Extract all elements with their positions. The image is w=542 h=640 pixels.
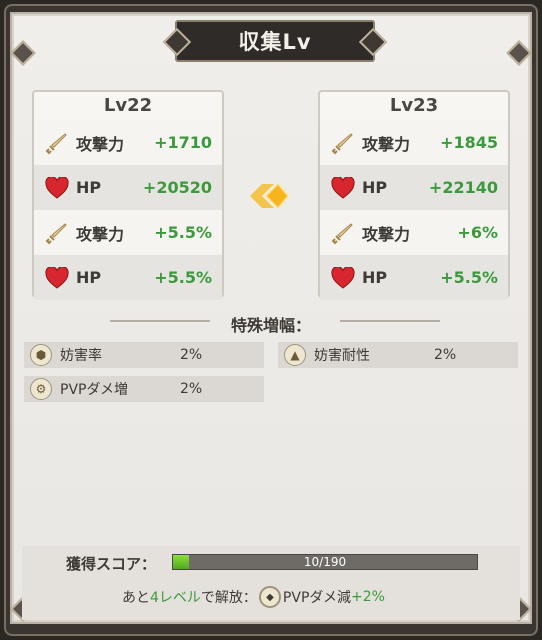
special-value: 2% bbox=[180, 381, 203, 397]
sword-icon bbox=[330, 220, 356, 246]
stat-row: 攻撃力 +1710 bbox=[34, 120, 222, 165]
heart-icon bbox=[44, 265, 70, 291]
special-item: ▲ 妨害耐性 2% bbox=[278, 342, 518, 368]
stat-value: +6% bbox=[457, 223, 498, 242]
stat-row: HP +22140 bbox=[320, 165, 508, 210]
unlock-prefix: あと bbox=[122, 590, 150, 606]
heart-icon bbox=[330, 175, 356, 201]
special-value: 2% bbox=[180, 347, 203, 363]
gear-icon: ⚙ bbox=[30, 378, 52, 400]
stat-label: 攻撃力 bbox=[76, 134, 125, 154]
stat-row: HP +20520 bbox=[34, 165, 222, 210]
heart-icon bbox=[44, 175, 70, 201]
stat-value: +1710 bbox=[154, 133, 212, 152]
stat-row: HP +5.5% bbox=[34, 255, 222, 300]
title-bar: 収集Lv bbox=[175, 20, 375, 62]
stat-row: 攻撃力 +1845 bbox=[320, 120, 508, 165]
corner-ornament bbox=[506, 40, 532, 66]
unlock-reward: PVPダメ減 bbox=[282, 590, 351, 606]
stat-label: HP bbox=[76, 268, 102, 287]
shield-icon: ◆ bbox=[258, 586, 281, 608]
score-progress-bar: 10/190 bbox=[172, 554, 478, 570]
stat-value: +1845 bbox=[440, 133, 498, 152]
special-value: 2% bbox=[434, 347, 457, 363]
unlock-count: 4レベル bbox=[150, 590, 201, 606]
special-item: ⬢ 妨害率 2% bbox=[24, 342, 264, 368]
next-level-label: Lv23 bbox=[389, 95, 439, 116]
stat-value: +5.5% bbox=[154, 268, 212, 287]
sword-icon bbox=[330, 130, 356, 156]
stat-value: +5.5% bbox=[154, 223, 212, 242]
stat-value: +22140 bbox=[428, 178, 498, 197]
shield-up-icon: ▲ bbox=[284, 344, 306, 366]
chevron-right-icon bbox=[250, 182, 289, 210]
next-level-card: Lv23 攻撃力 +1845 HP +22140 攻撃力 +6% HP +5.5… bbox=[318, 90, 510, 300]
special-item: ⚙ PVPダメ増 2% bbox=[24, 376, 264, 402]
stat-label: 攻撃力 bbox=[362, 224, 411, 244]
stat-label: 攻撃力 bbox=[76, 224, 125, 244]
stat-label: HP bbox=[362, 268, 388, 287]
stat-label: 攻撃力 bbox=[362, 134, 411, 154]
current-level-card: Lv22 攻撃力 +1710 HP +20520 攻撃力 +5.5% HP +5… bbox=[32, 90, 224, 300]
sword-icon bbox=[44, 130, 70, 156]
stat-value: +20520 bbox=[142, 178, 212, 197]
heart-icon bbox=[330, 265, 356, 291]
special-label: 妨害耐性 bbox=[314, 348, 370, 364]
corner-ornament bbox=[10, 40, 36, 66]
current-level-label: Lv22 bbox=[103, 95, 153, 116]
unlock-info: あと 4レベル で解放： ◆ PVPダメ減 +2% bbox=[122, 586, 385, 608]
special-label: PVPダメ増 bbox=[60, 382, 129, 398]
page-title: 収集Lv bbox=[238, 30, 312, 54]
unlock-bonus: +2% bbox=[350, 589, 385, 605]
hexagon-dots-icon: ⬢ bbox=[30, 344, 52, 366]
sword-icon bbox=[44, 220, 70, 246]
unlock-middle: で解放： bbox=[200, 590, 257, 606]
stat-row: HP +5.5% bbox=[320, 255, 508, 300]
score-label: 獲得スコア： bbox=[66, 555, 157, 573]
score-progress-text: 10/190 bbox=[303, 555, 347, 569]
special-heading: 特殊増幅： bbox=[230, 316, 311, 335]
stat-row: 攻撃力 +5.5% bbox=[34, 210, 222, 255]
stat-row: 攻撃力 +6% bbox=[320, 210, 508, 255]
stat-value: +5.5% bbox=[440, 268, 498, 287]
stat-label: HP bbox=[362, 178, 388, 197]
special-label: 妨害率 bbox=[60, 348, 102, 364]
stat-label: HP bbox=[76, 178, 102, 197]
score-section: 獲得スコア： 10/190 あと 4レベル で解放： ◆ PVPダメ減 +2% bbox=[22, 546, 520, 620]
